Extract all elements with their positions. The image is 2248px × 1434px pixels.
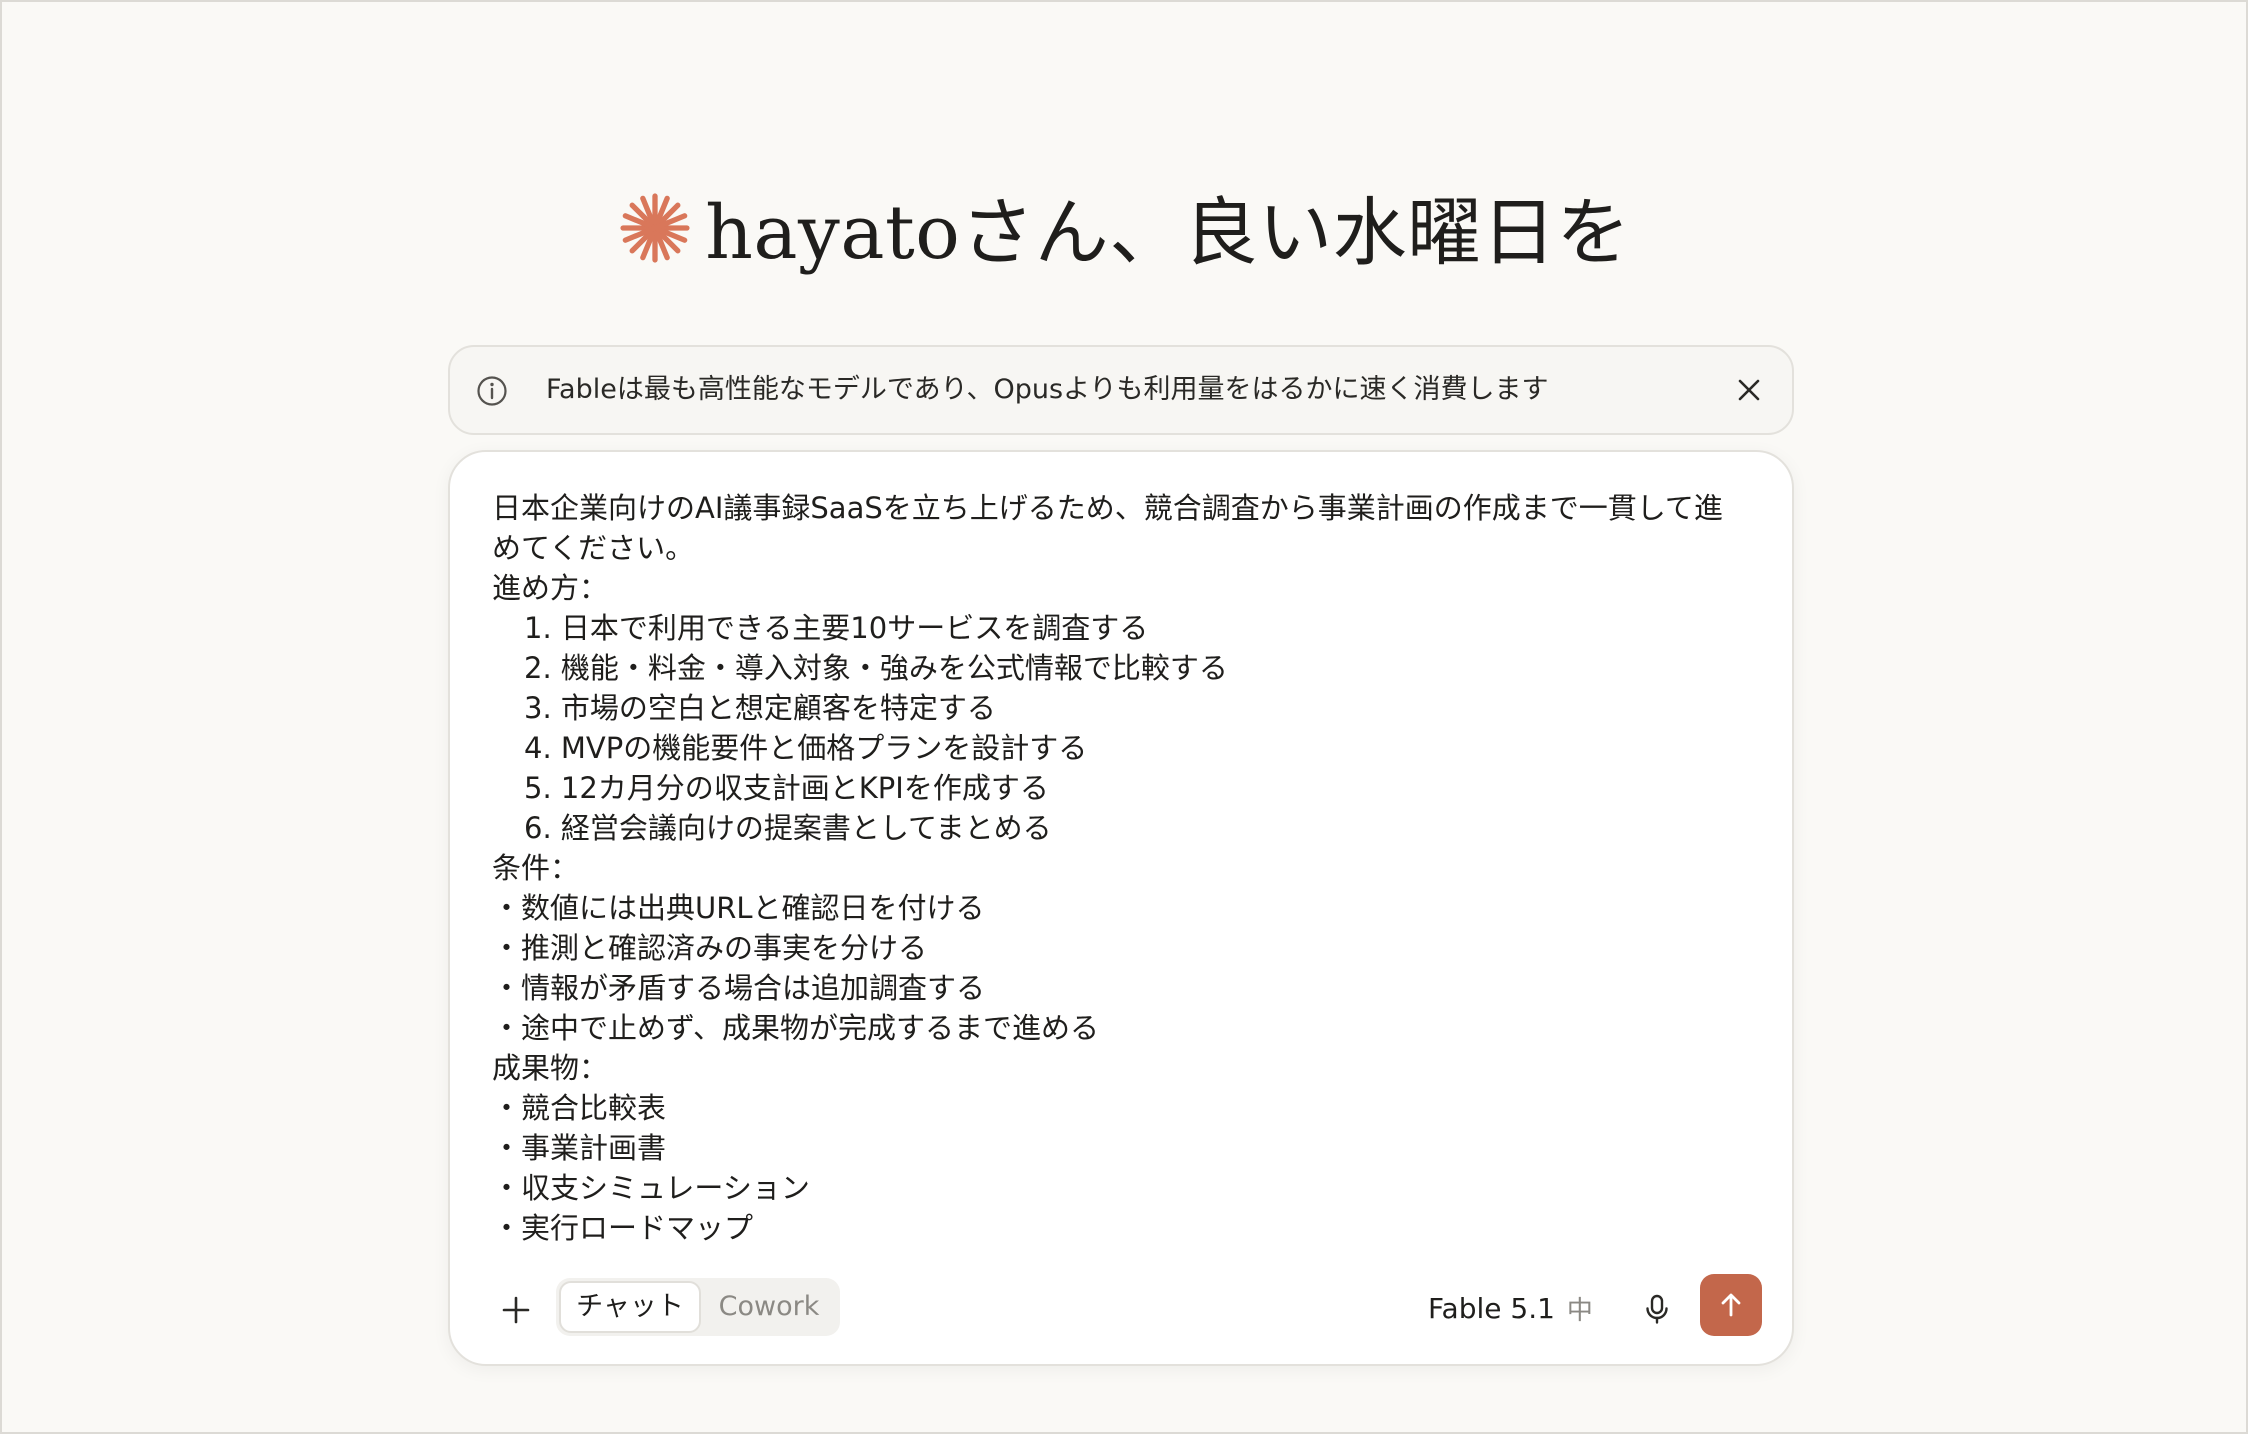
prompt-line: 2. 機能・料金・導入対象・強みを公式情報で比較する bbox=[524, 651, 1228, 685]
mode-tab-cowork[interactable]: Cowork bbox=[701, 1281, 837, 1333]
add-attachment-button[interactable] bbox=[490, 1284, 542, 1336]
prompt-line: 成果物： bbox=[492, 1051, 609, 1085]
prompt-line: 5. 12カ月分の収支計画とKPIを作成する bbox=[524, 771, 1049, 805]
prompt-line: ・推測と確認済みの事実を分ける bbox=[492, 931, 928, 965]
model-notice-banner: Fableは最も高性能なモデルであり、Opusよりも利用量をはるかに速く消費しま… bbox=[448, 345, 1794, 435]
prompt-line: 3. 市場の空白と想定顧客を特定する bbox=[524, 691, 996, 725]
close-icon bbox=[1738, 379, 1760, 401]
greeting-header: hayatoさん、良い水曜日を bbox=[0, 180, 2248, 276]
prompt-line: ・事業計画書 bbox=[492, 1131, 667, 1165]
prompt-line: 条件： bbox=[492, 851, 580, 885]
voice-input-button[interactable] bbox=[1632, 1284, 1682, 1334]
model-selector[interactable]: Fable 5.1 中 bbox=[1428, 1282, 1593, 1334]
mode-toggle: チャット Cowork bbox=[556, 1278, 840, 1336]
prompt-line: 進め方： bbox=[492, 571, 609, 605]
greeting-text: hayatoさん、良い水曜日を bbox=[705, 189, 1631, 276]
prompt-line: ・収支シミュレーション bbox=[492, 1171, 810, 1205]
plus-icon bbox=[502, 1296, 530, 1324]
close-notice-button[interactable] bbox=[1728, 369, 1770, 411]
effort-level: 中 bbox=[1566, 1295, 1593, 1326]
prompt-line: ・実行ロードマップ bbox=[492, 1211, 754, 1245]
notice-text: Fableは最も高性能なモデルであり、Opusよりも利用量をはるかに速く消費しま… bbox=[546, 374, 1549, 405]
prompt-input[interactable]: 日本企業向けのAI議事録SaaSを立ち上げるため、競合調査から事業計画の作成まで… bbox=[492, 488, 1762, 1248]
microphone-icon bbox=[1646, 1294, 1668, 1324]
arrow-up-icon bbox=[1721, 1293, 1741, 1317]
prompt-line: 6. 経営会議向けの提案書としてまとめる bbox=[524, 811, 1052, 845]
prompt-line: ・競合比較表 bbox=[492, 1091, 667, 1125]
prompt-line: ・情報が矛盾する場合は追加調査する bbox=[492, 971, 986, 1005]
prompt-line: ・途中で止めず、成果物が完成するまで進める bbox=[492, 1011, 1099, 1045]
prompt-line: ・数値には出典URLと確認日を付ける bbox=[492, 891, 985, 925]
prompt-line: 4. MVPの機能要件と価格プランを設計する bbox=[524, 731, 1088, 765]
sparkle-icon bbox=[620, 193, 690, 263]
prompt-line: 日本企業向けのAI議事録SaaSを立ち上げるため、競合調査から事業計画の作成まで… bbox=[492, 491, 1723, 525]
prompt-line: 1. 日本で利用できる主要10サービスを調査する bbox=[524, 611, 1149, 645]
info-icon bbox=[477, 376, 507, 406]
send-button[interactable] bbox=[1700, 1274, 1762, 1336]
message-composer: 日本企業向けのAI議事録SaaSを立ち上げるため、競合調査から事業計画の作成まで… bbox=[448, 450, 1794, 1366]
model-name: Fable 5.1 bbox=[1428, 1291, 1555, 1325]
prompt-line: めてください。 bbox=[492, 531, 695, 565]
mode-tab-chat[interactable]: チャット bbox=[559, 1281, 701, 1333]
